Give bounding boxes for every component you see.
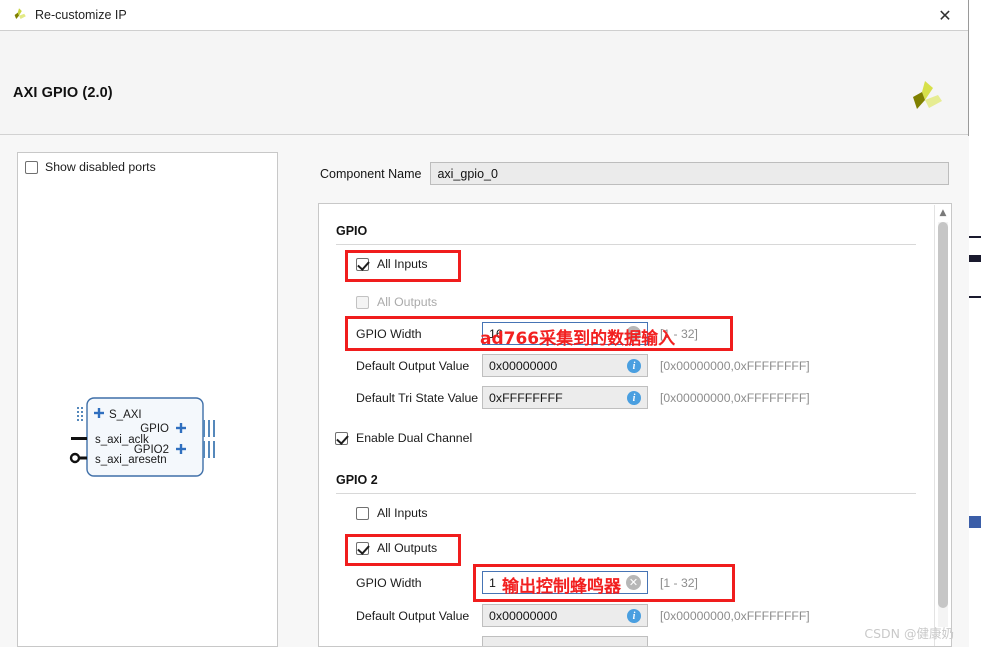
dialog-header: AXI GPIO (2.0) i Documentation IP Locati… — [0, 31, 968, 155]
bg-line — [969, 296, 981, 298]
gpio1-all-inputs-label: All Inputs — [377, 257, 428, 271]
watermark: CSDN @健康奶 — [864, 626, 954, 641]
gpio2-default-output-range: [0x00000000,0xFFFFFFFF] — [660, 608, 810, 623]
annotation-note-bottom: 输出控制蜂鸣器 — [502, 577, 621, 597]
gpio1-all-outputs-label: All Outputs — [377, 295, 438, 309]
gpio1-all-inputs-checkbox[interactable]: All Inputs — [356, 257, 428, 271]
dialog-body: Show disabled ports S_AXI s_axi_aclk s_a… — [0, 136, 969, 647]
xilinx-brand-logo — [904, 77, 944, 117]
enable-dual-channel-label: Enable Dual Channel — [356, 431, 473, 445]
gpio1-section-title: GPIO — [336, 224, 368, 238]
title-bar: Re-customize IP ✕ — [0, 0, 968, 31]
clear-icon[interactable]: ✕ — [626, 575, 641, 590]
bg-line — [969, 255, 981, 262]
gpio1-width-label: GPIO Width — [356, 326, 422, 341]
gpio2-all-outputs-checkbox[interactable]: All Outputs — [356, 541, 437, 555]
gpio1-tristate-label: Default Tri State Value — [356, 390, 479, 405]
gpio1-default-output-value: 0x00000000 — [489, 358, 558, 373]
page-title: AXI GPIO (2.0) — [13, 85, 113, 101]
checkbox-box[interactable] — [356, 257, 369, 271]
ip-block-diagram: S_AXI s_axi_aclk s_axi_aresetn GPIO GPIO… — [65, 394, 238, 480]
gpio2-tristate-input[interactable] — [482, 636, 648, 646]
gpio2-all-inputs-checkbox[interactable]: All Inputs — [356, 506, 428, 520]
gpio2-default-output-input[interactable]: 0x00000000 i — [482, 604, 648, 627]
component-name-label: Component Name — [320, 166, 422, 181]
bg-line — [969, 236, 981, 238]
gpio2-width-range: [1 - 32] — [660, 575, 698, 590]
gpio1-tristate-input[interactable]: 0xFFFFFFFF i — [482, 386, 648, 409]
enable-dual-channel-checkbox[interactable]: Enable Dual Channel — [335, 431, 472, 445]
gpio1-tristate-row: Default Tri State Value 0xFFFFFFFF i [0x… — [356, 386, 810, 409]
scroll-up-icon[interactable]: ▲ — [935, 205, 951, 220]
gpio1-default-output-label: Default Output Value — [356, 358, 470, 373]
gpio2-all-inputs-label: All Inputs — [377, 506, 428, 520]
svg-text:S_AXI: S_AXI — [109, 409, 142, 421]
background-window — [969, 0, 981, 647]
gpio1-tristate-range: [0x00000000,0xFFFFFFFF] — [660, 390, 810, 405]
gpio1-tristate-value: 0xFFFFFFFF — [489, 390, 563, 405]
info-icon[interactable]: i — [627, 609, 641, 623]
show-disabled-ports-label: Show disabled ports — [45, 160, 156, 174]
annotation-note-top: ad766采集到的数据输入 — [480, 329, 676, 349]
gpio2-width-value: 1 — [489, 575, 496, 590]
parameters-scroll-area: GPIO All Inputs All Outputs GPIO Width 1… — [318, 203, 952, 647]
checkbox-box[interactable] — [356, 541, 369, 555]
info-icon[interactable]: i — [627, 391, 641, 405]
section-divider — [336, 244, 916, 245]
component-name-input[interactable]: axi_gpio_0 — [430, 162, 950, 185]
parameters-content: GPIO All Inputs All Outputs GPIO Width 1… — [319, 204, 934, 646]
component-name-row: Component Name axi_gpio_0 — [320, 162, 950, 185]
checkbox-box — [356, 295, 369, 309]
gpio2-default-output-value: 0x00000000 — [489, 608, 558, 623]
ip-symbol-panel: Show disabled ports S_AXI s_axi_aclk s_a… — [17, 152, 278, 647]
window-title: Re-customize IP — [35, 8, 127, 22]
gpio1-all-outputs-checkbox: All Outputs — [356, 295, 437, 309]
info-icon[interactable]: i — [627, 359, 641, 373]
checkbox-box[interactable] — [25, 160, 38, 174]
re-customize-ip-dialog: Re-customize IP ✕ AXI GPIO (2.0) i Docum… — [0, 0, 969, 647]
gpio2-section-title: GPIO 2 — [336, 473, 378, 487]
gpio2-width-label: GPIO Width — [356, 575, 422, 590]
bg-accent-block — [969, 516, 981, 528]
gpio2-default-output-row: Default Output Value 0x00000000 i [0x000… — [356, 604, 810, 627]
section-divider — [336, 493, 916, 494]
scrollbar-thumb[interactable] — [938, 222, 948, 608]
gpio2-tristate-row-partial — [356, 636, 648, 646]
svg-text:GPIO: GPIO — [140, 423, 169, 435]
close-icon[interactable]: ✕ — [922, 0, 968, 31]
vertical-scrollbar[interactable]: ▲ — [934, 205, 951, 646]
xilinx-logo-icon — [11, 7, 27, 23]
show-disabled-ports-checkbox[interactable]: Show disabled ports — [25, 160, 156, 174]
checkbox-box[interactable] — [335, 431, 348, 445]
gpio2-all-outputs-label: All Outputs — [377, 541, 438, 555]
gpio1-default-output-range: [0x00000000,0xFFFFFFFF] — [660, 358, 810, 373]
gpio1-default-output-row: Default Output Value 0x00000000 i [0x000… — [356, 354, 810, 377]
checkbox-box[interactable] — [356, 506, 369, 520]
gpio1-default-output-input[interactable]: 0x00000000 i — [482, 354, 648, 377]
gpio2-default-output-label: Default Output Value — [356, 608, 470, 623]
settings-panel: Component Name axi_gpio_0 GPIO All Input… — [301, 136, 969, 647]
svg-text:GPIO2: GPIO2 — [134, 444, 169, 456]
